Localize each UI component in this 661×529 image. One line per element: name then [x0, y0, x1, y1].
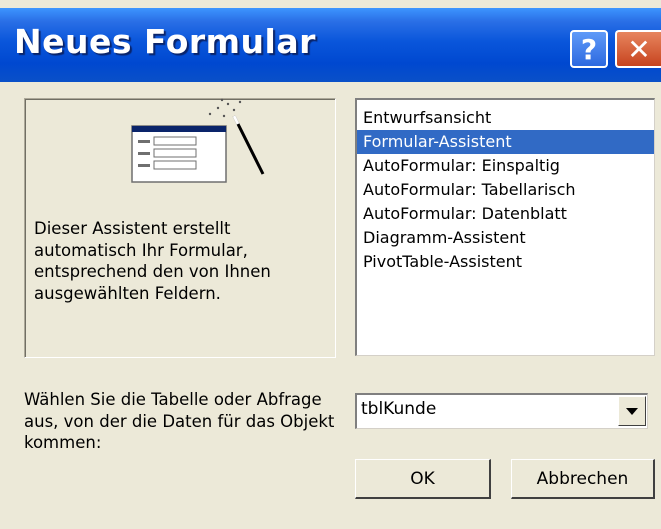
chevron-down-icon: [626, 407, 638, 415]
list-item[interactable]: Diagramm-Assistent: [357, 226, 654, 250]
source-combobox[interactable]: tblKunde: [355, 393, 648, 429]
close-button[interactable]: ✕: [615, 30, 661, 68]
form-type-list[interactable]: Entwurfsansicht Formular-Assistent AutoFor…: [355, 98, 655, 356]
list-item[interactable]: PivotTable-Assistent: [357, 250, 654, 274]
list-item[interactable]: AutoFormular: Datenblatt: [357, 202, 654, 226]
list-item[interactable]: Formular-Assistent: [357, 130, 654, 154]
help-button[interactable]: ?: [570, 30, 608, 68]
window-title: Neues Formular: [14, 22, 316, 61]
ok-button[interactable]: OK: [355, 459, 491, 499]
source-value: tblKunde: [361, 399, 437, 419]
form-wizard-icon: [131, 98, 265, 183]
new-form-dialog: Neues Formular ? ✕ Dieser Assistent erst…: [0, 0, 661, 529]
wizard-description: Dieser Assistent erstellt automatisch Ih…: [34, 219, 271, 303]
list-item[interactable]: AutoFormular: Einspaltig: [357, 154, 654, 178]
close-icon: ✕: [627, 32, 651, 66]
title-bar[interactable]: Neues Formular ? ✕: [0, 8, 661, 82]
cancel-button[interactable]: Abbrechen: [511, 459, 655, 499]
source-label: Wählen Sie die Tabelle oder Abfrage aus,…: [24, 390, 335, 452]
list-item[interactable]: AutoFormular: Tabellarisch: [357, 178, 654, 202]
help-icon: ?: [580, 32, 598, 66]
list-item[interactable]: Entwurfsansicht: [357, 106, 654, 130]
dropdown-button[interactable]: [618, 396, 646, 426]
